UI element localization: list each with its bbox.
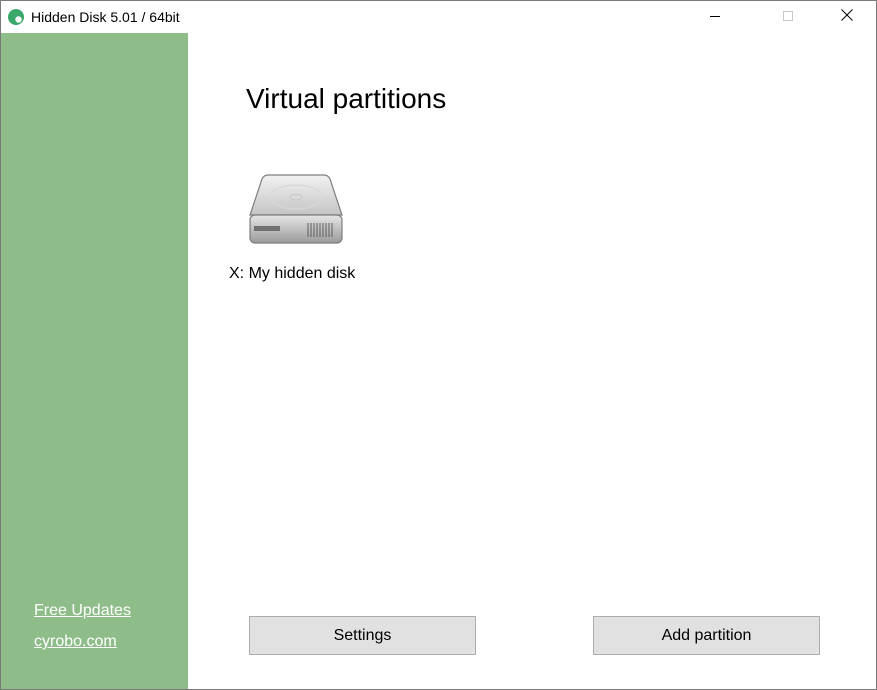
- partition-label: X: My hidden disk: [229, 265, 356, 282]
- add-partition-button[interactable]: Add partition: [593, 616, 820, 655]
- close-button[interactable]: [824, 1, 870, 33]
- title-bar[interactable]: Hidden Disk 5.01 / 64bit: [1, 1, 876, 33]
- maximize-icon: [783, 8, 793, 26]
- main-content: Virtual partitions X: My hidden disk Set…: [188, 33, 876, 689]
- settings-button[interactable]: Settings: [249, 616, 476, 655]
- free-updates-link[interactable]: Free Updates: [34, 602, 131, 620]
- website-link[interactable]: cyrobo.com: [34, 633, 117, 651]
- app-logo-icon: [8, 9, 24, 25]
- close-icon: [841, 8, 853, 26]
- partition-item[interactable]: X: My hidden disk: [228, 163, 368, 288]
- maximize-button[interactable]: [765, 1, 811, 33]
- app-window: Hidden Disk 5.01 / 64bit Free Updates cy…: [0, 0, 877, 690]
- minimize-button[interactable]: [692, 1, 738, 33]
- minimize-icon: [710, 8, 720, 26]
- sidebar: Free Updates cyrobo.com: [1, 33, 188, 689]
- window-title: Hidden Disk 5.01 / 64bit: [31, 9, 180, 25]
- hard-drive-icon: [248, 173, 344, 247]
- page-title: Virtual partitions: [246, 83, 447, 114]
